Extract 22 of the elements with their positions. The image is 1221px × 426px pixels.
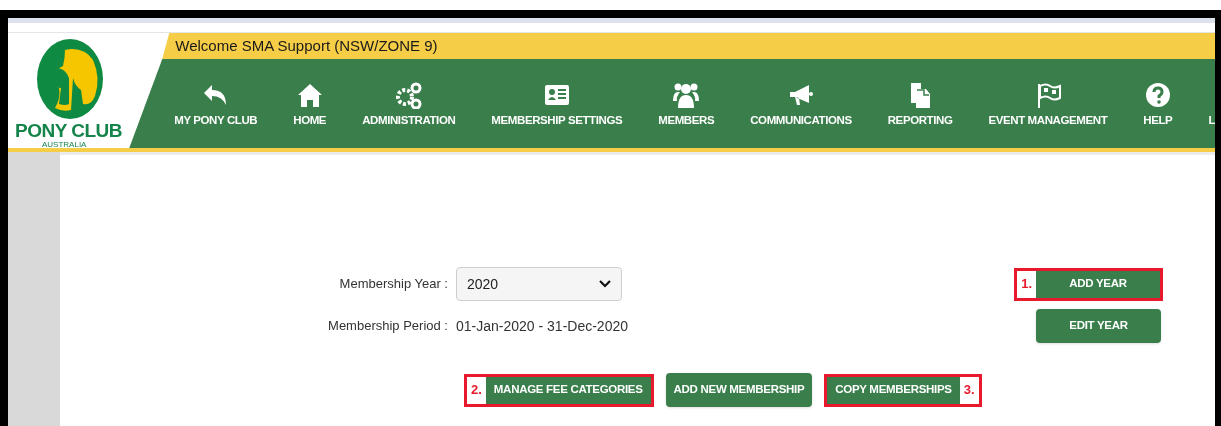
nav-item[interactable]: L xyxy=(1208,59,1215,148)
nav-item[interactable]: HOME xyxy=(293,59,327,148)
nav-item[interactable]: ADMINISTRATION xyxy=(362,59,456,148)
action-button[interactable]: ADD YEAR xyxy=(1036,270,1160,298)
logo-text: PONY CLUB xyxy=(15,121,123,140)
field-label: Membership Period : xyxy=(327,317,449,336)
action-button[interactable]: ADD NEW MEMBERSHIP xyxy=(665,373,813,407)
nav-item[interactable]: COMMUNICATIONS xyxy=(750,59,852,148)
nav-item[interactable]: HELP xyxy=(1143,59,1173,148)
nav-item[interactable]: MY PONY CLUB xyxy=(174,59,258,148)
period-value: 01-Jan-2020 - 31-Dec-2020 xyxy=(456,316,628,336)
nav-item[interactable]: MEMBERSHIP SETTINGS xyxy=(491,59,623,148)
year-select[interactable]: 2020 xyxy=(456,267,622,301)
welcome-text: Welcome SMA Support (NSW/ZONE 9) xyxy=(175,35,438,56)
action-button[interactable]: MANAGE FEE CATEGORIES xyxy=(485,376,651,404)
nav-item[interactable]: MEMBERS xyxy=(658,59,715,148)
action-button[interactable]: COPY MEMBERSHIPS xyxy=(827,376,960,404)
field-label: Membership Year : xyxy=(338,275,449,294)
nav-item[interactable]: REPORTING xyxy=(887,59,953,148)
action-button[interactable]: EDIT YEAR xyxy=(1036,309,1161,343)
nav-item[interactable]: EVENT MANAGEMENT xyxy=(988,59,1108,148)
logo-subtitle: AUSTRALIA xyxy=(42,141,87,149)
